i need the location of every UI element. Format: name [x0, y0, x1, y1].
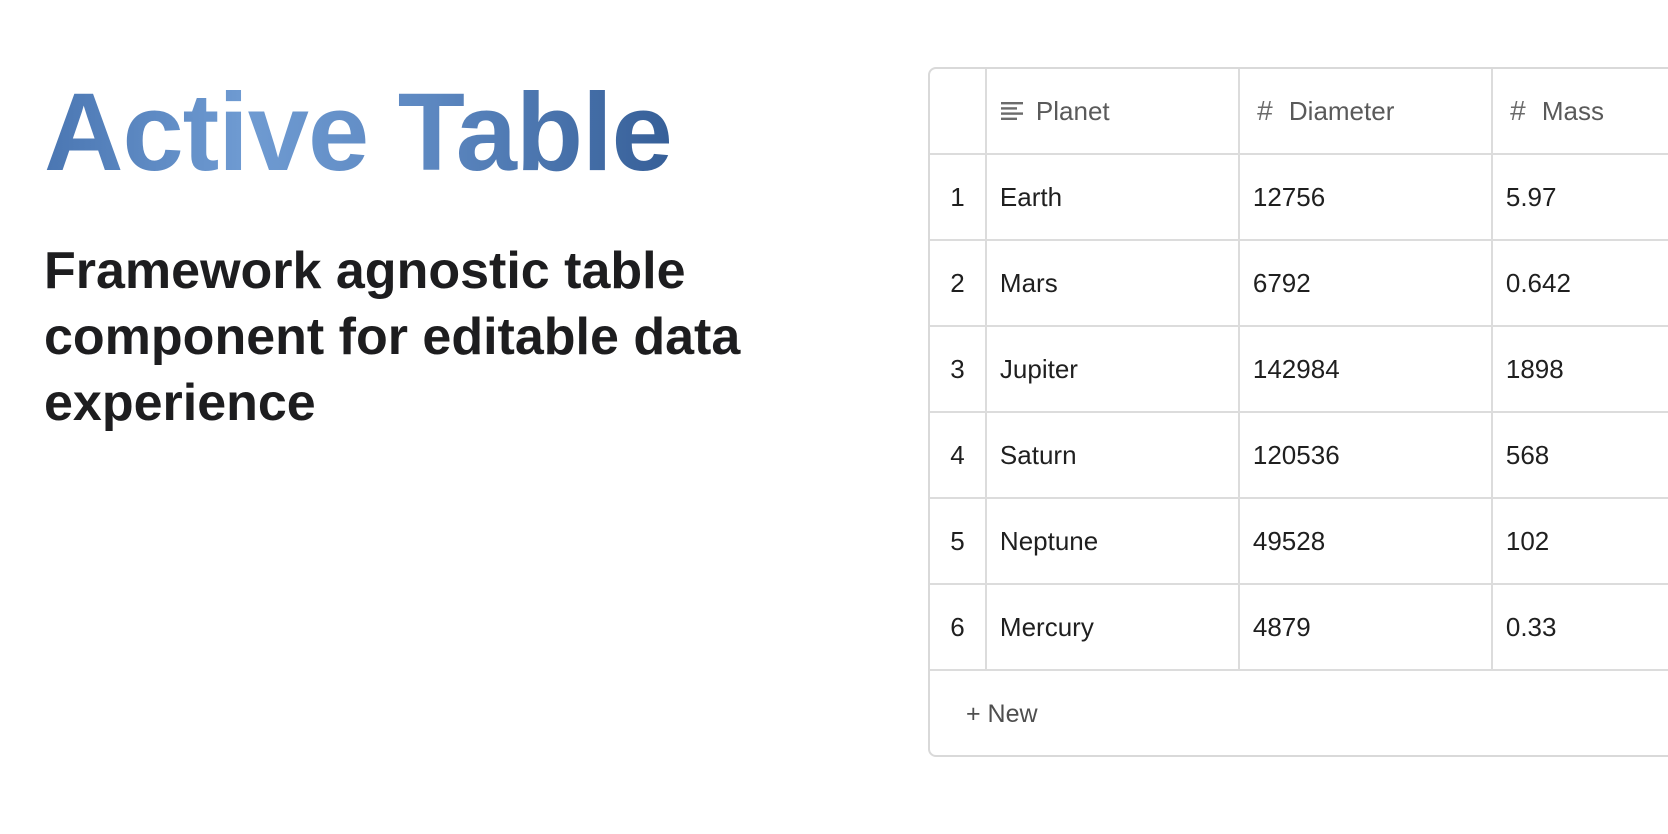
add-row-button[interactable]: + New: [930, 671, 1668, 755]
table-row: 3 Jupiter 142984 1898: [930, 327, 1668, 413]
column-header-label: Diameter: [1288, 95, 1395, 126]
row-index: 6: [930, 585, 987, 669]
mass-cell[interactable]: 0.33: [1493, 585, 1668, 669]
table-row: 2 Mars 6792 0.642: [930, 241, 1668, 327]
row-index: 1: [930, 155, 987, 239]
planet-cell[interactable]: Earth: [987, 155, 1240, 239]
row-index: 5: [930, 499, 987, 583]
planet-cell[interactable]: Saturn: [987, 413, 1240, 497]
table-row: 4 Saturn 120536 568: [930, 413, 1668, 499]
planet-cell[interactable]: Neptune: [987, 499, 1240, 583]
diameter-cell[interactable]: 142984: [1240, 327, 1493, 411]
hash-icon: #: [1510, 95, 1526, 126]
hash-icon: #: [1257, 95, 1273, 126]
column-header-mass[interactable]: # Mass: [1493, 69, 1668, 153]
hero-title: Active Table: [44, 71, 673, 194]
planet-cell[interactable]: Mars: [987, 241, 1240, 325]
header-index-cell: [930, 69, 987, 153]
mass-cell[interactable]: 102: [1493, 499, 1668, 583]
text-lines-icon: [1000, 102, 1024, 120]
column-header-diameter[interactable]: # Diameter: [1240, 69, 1493, 153]
mass-cell[interactable]: 568: [1493, 413, 1668, 497]
mass-cell[interactable]: 1898: [1493, 327, 1668, 411]
column-header-label: Mass: [1541, 95, 1604, 126]
diameter-cell[interactable]: 12756: [1240, 155, 1493, 239]
diameter-cell[interactable]: 4879: [1240, 585, 1493, 669]
hero-subtitle: Framework agnostic table component for e…: [44, 242, 741, 432]
diameter-cell[interactable]: 49528: [1240, 499, 1493, 583]
table-header-row: Planet # Diameter # Mass: [930, 69, 1668, 155]
active-table: Planet # Diameter # Mass 1 Earth 12756 5…: [928, 67, 1668, 757]
diameter-cell[interactable]: 6792: [1240, 241, 1493, 325]
column-header-planet[interactable]: Planet: [987, 69, 1240, 153]
planet-cell[interactable]: Jupiter: [987, 327, 1240, 411]
table-row: 6 Mercury 4879 0.33: [930, 585, 1668, 671]
mass-cell[interactable]: 5.97: [1493, 155, 1668, 239]
row-index: 4: [930, 413, 987, 497]
row-index: 3: [930, 327, 987, 411]
column-header-label: Planet: [1035, 95, 1110, 126]
row-index: 2: [930, 241, 987, 325]
table-row: 1 Earth 12756 5.97: [930, 155, 1668, 241]
table-row: 5 Neptune 49528 102: [930, 499, 1668, 585]
diameter-cell[interactable]: 120536: [1240, 413, 1493, 497]
mass-cell[interactable]: 0.642: [1493, 241, 1668, 325]
planet-cell[interactable]: Mercury: [987, 585, 1240, 669]
